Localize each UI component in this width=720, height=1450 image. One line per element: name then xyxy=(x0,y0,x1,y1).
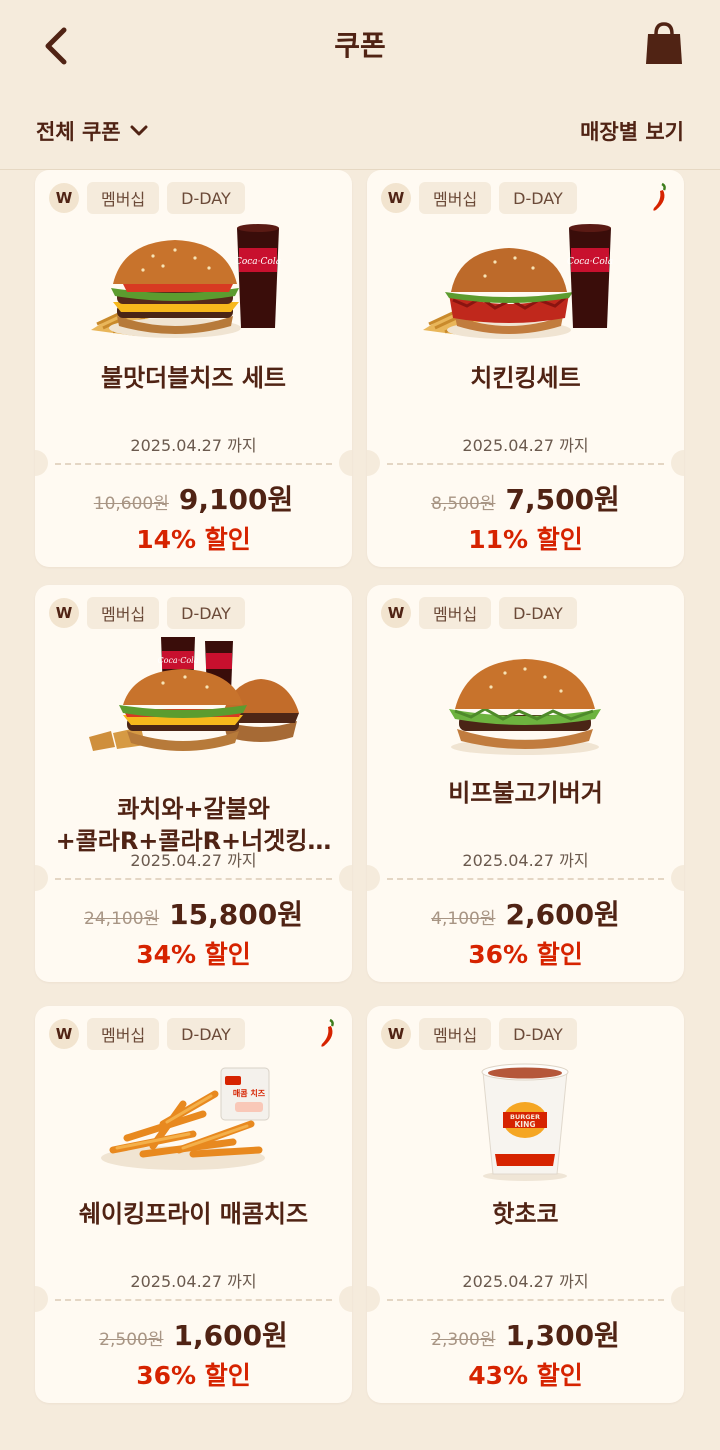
store-view-link[interactable]: 매장별 보기 xyxy=(580,116,684,146)
coupon-name: 쉐이킹프라이 매콤치즈 xyxy=(45,1198,342,1230)
coupon-card[interactable]: W 멤버십 D-DAY Coca·Cola 콰치와+갈불와 +콜라R+콜라R+너… xyxy=(35,585,352,982)
cup-logo-text-bottom: KING xyxy=(514,1120,535,1129)
sale-price: 9,100원 xyxy=(178,483,294,516)
coupon-card[interactable]: W 멤버십 D-DAY 매콤 치즈 쉐이킹프라이 매콤치즈 2025.04.27… xyxy=(35,1006,352,1403)
coupon-tags: W 멤버십 D-DAY xyxy=(381,182,577,214)
chevron-down-icon xyxy=(130,125,148,136)
original-price: 2,500원 xyxy=(99,1330,164,1350)
svg-text:Coca·Cola: Coca·Cola xyxy=(235,257,281,267)
dashed-divider xyxy=(387,463,664,465)
original-price: 4,100원 xyxy=(431,909,496,929)
double-cheese-burger-set-image: Coca·Cola xyxy=(91,224,281,338)
coupon-name-line: 핫초코 xyxy=(492,1200,559,1228)
coupon-name-line: 비프불고기버거 xyxy=(448,779,603,807)
price-row: 24,100원 15,800원 xyxy=(35,893,352,933)
coupon-expiry: 2025.04.27 까지 xyxy=(130,436,257,455)
original-price: 2,300원 xyxy=(431,1330,496,1350)
seasoning-packet-label: 매콤 치즈 xyxy=(233,1088,266,1098)
membership-tag: 멤버십 xyxy=(87,1018,160,1050)
d-day-tag: D-DAY xyxy=(167,597,245,629)
app-header: 쿠폰 전체 쿠폰 매장별 보기 xyxy=(0,0,720,170)
shopping-bag-icon xyxy=(646,22,682,64)
coupon-tags: W 멤버십 D-DAY xyxy=(381,597,577,629)
coupon-name-line: 콰치와+갈불와 xyxy=(117,795,270,823)
coupon-name-line: 쉐이킹프라이 매콤치즈 xyxy=(78,1200,309,1228)
coupon-card[interactable]: W 멤버십 D-DAY Coca·Cola 치킨킹세트 2025.04.27 까… xyxy=(367,170,684,567)
coupon-name: 비프불고기버거 xyxy=(377,777,674,809)
combo-burgers-cola-nuggets-image: Coca·Cola xyxy=(89,637,299,751)
coupon-name-line: 불맛더블치즈 세트 xyxy=(101,364,286,392)
original-price: 24,100원 xyxy=(84,909,160,929)
filter-label: 전체 쿠폰 xyxy=(36,120,121,144)
coupon-grid: W 멤버십 D-DAY Coca·Cola 불맛더블치즈 세트 2025.04.… xyxy=(0,0,720,1450)
coupon-expiry: 2025.04.27 까지 xyxy=(130,1272,257,1291)
chicken-king-set-image: Coca·Cola xyxy=(423,224,613,339)
discount-rate: 11% 할인 xyxy=(468,525,583,554)
chili-pepper-icon xyxy=(653,182,666,211)
coupon-expiry: 2025.04.27 까지 xyxy=(462,851,589,870)
page-title: 쿠폰 xyxy=(334,29,386,62)
hot-chocolate-image: BURGER KING xyxy=(481,1063,569,1181)
svg-text:Coca·Cola: Coca·Cola xyxy=(158,656,199,665)
dashed-divider xyxy=(55,878,332,880)
discount-rate: 34% 할인 xyxy=(136,940,251,969)
shake-king-fries-image: 매콤 치즈 xyxy=(101,1067,270,1170)
coupon-card[interactable]: W 멤버십 D-DAY 비프불고기버거 2025.04.27 까지 4,100원… xyxy=(367,585,684,982)
coupon-filter-dropdown[interactable]: 전체 쿠폰 xyxy=(36,116,149,146)
coupon-tags: W 멤버십 D-DAY xyxy=(49,182,245,214)
coupon-name-line: 치킨킹세트 xyxy=(470,364,581,392)
beef-bulgogi-burger-image xyxy=(449,659,601,755)
sale-price: 15,800원 xyxy=(169,898,303,931)
membership-tag: 멤버십 xyxy=(419,1018,492,1050)
coupon-tags: W 멤버십 D-DAY xyxy=(49,1018,245,1050)
coupon-expiry: 2025.04.27 까지 xyxy=(462,1272,589,1291)
dashed-divider xyxy=(387,878,664,880)
original-price: 8,500원 xyxy=(431,494,496,514)
price-row: 2,500원 1,600원 xyxy=(35,1314,352,1354)
sale-price: 7,500원 xyxy=(505,483,620,516)
coupon-tags: W 멤버십 D-DAY xyxy=(381,1018,577,1050)
coupon-tags: W 멤버십 D-DAY xyxy=(49,597,245,629)
membership-w-badge: W xyxy=(381,1019,411,1049)
d-day-tag: D-DAY xyxy=(499,1018,577,1050)
discount-rate: 36% 할인 xyxy=(468,940,583,969)
membership-tag: 멤버십 xyxy=(87,182,160,214)
coupon-expiry: 2025.04.27 까지 xyxy=(462,436,589,455)
sale-price: 2,600원 xyxy=(505,898,620,931)
coupon-name: 불맛더블치즈 세트 xyxy=(45,362,342,394)
coupon-expiry: 2025.04.27 까지 xyxy=(130,851,257,870)
membership-w-badge: W xyxy=(49,598,79,628)
coupon-card[interactable]: W 멤버십 D-DAY Coca·Cola 불맛더블치즈 세트 2025.04.… xyxy=(35,170,352,567)
price-row: 8,500원 7,500원 xyxy=(367,478,684,518)
membership-w-badge: W xyxy=(49,1019,79,1049)
d-day-tag: D-DAY xyxy=(167,182,245,214)
price-row: 10,600원 9,100원 xyxy=(35,478,352,518)
dashed-divider xyxy=(55,1299,332,1301)
original-price: 10,600원 xyxy=(93,494,169,514)
discount-rate: 36% 할인 xyxy=(136,1361,251,1390)
d-day-tag: D-DAY xyxy=(167,1018,245,1050)
svg-text:Coca·Cola: Coca·Cola xyxy=(567,257,613,267)
membership-w-badge: W xyxy=(49,183,79,213)
membership-tag: 멤버십 xyxy=(419,597,492,629)
discount-rate: 43% 할인 xyxy=(468,1361,583,1390)
coupon-card[interactable]: W 멤버십 D-DAY BURGER KING 핫초코 2025.04.27 까… xyxy=(367,1006,684,1403)
d-day-tag: D-DAY xyxy=(499,597,577,629)
discount-rate: 14% 할인 xyxy=(136,525,251,554)
dashed-divider xyxy=(387,1299,664,1301)
membership-tag: 멤버십 xyxy=(419,182,492,214)
price-row: 2,300원 1,300원 xyxy=(367,1314,684,1354)
price-row: 4,100원 2,600원 xyxy=(367,893,684,933)
membership-tag: 멤버십 xyxy=(87,597,160,629)
membership-w-badge: W xyxy=(381,598,411,628)
membership-w-badge: W xyxy=(381,183,411,213)
cart-button[interactable] xyxy=(642,22,686,68)
dashed-divider xyxy=(55,463,332,465)
coupon-name: 핫초코 xyxy=(377,1198,674,1230)
chili-pepper-icon xyxy=(321,1018,334,1047)
sale-price: 1,300원 xyxy=(505,1319,620,1352)
coupon-name: 치킨킹세트 xyxy=(377,362,674,394)
d-day-tag: D-DAY xyxy=(499,182,577,214)
sale-price: 1,600원 xyxy=(173,1319,288,1352)
